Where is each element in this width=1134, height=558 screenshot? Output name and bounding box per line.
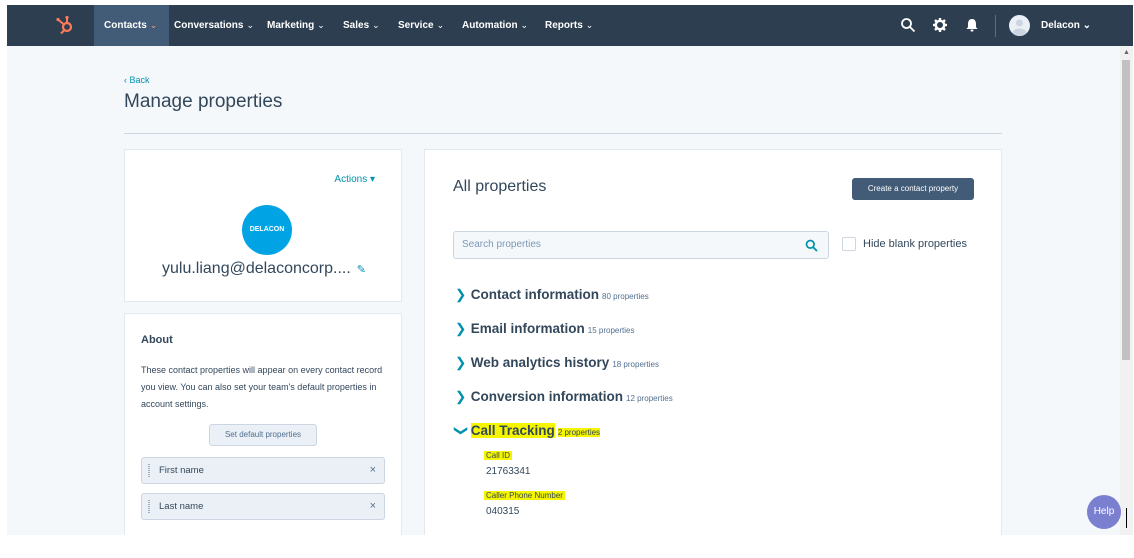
nav-automation[interactable]: Automation ⌄ (462, 5, 528, 46)
text-cursor (1126, 508, 1127, 528)
nav-sales[interactable]: Sales ⌄ (343, 5, 380, 46)
gear-icon[interactable] (932, 17, 948, 33)
about-description: These contact properties will appear on … (141, 365, 383, 409)
set-default-properties-button[interactable]: Set default properties (209, 424, 317, 446)
property-label-call-id: Call ID (484, 451, 513, 460)
property-group-email-information[interactable]: ❯ Email information 15 properties (455, 321, 634, 337)
property-value-caller-phone[interactable]: 040315 (486, 506, 519, 517)
chevron-right-icon: ❯ (455, 321, 467, 336)
chevron-down-icon: ❯ (454, 425, 469, 437)
user-icon (1012, 19, 1027, 36)
hubspot-logo[interactable] (55, 15, 75, 35)
about-card: About These contact properties will appe… (124, 313, 402, 535)
email-text: yulu.liang@delaconcorp.... (161, 260, 351, 277)
group-count: 2 properties (557, 428, 601, 437)
close-icon[interactable]: × (370, 464, 376, 476)
close-icon[interactable]: × (370, 500, 376, 512)
nav-conversations[interactable]: Conversations ⌄ (174, 5, 254, 46)
chevron-down-icon: ⌄ (520, 20, 529, 30)
search-icon[interactable] (805, 239, 818, 252)
search-icon[interactable] (900, 17, 916, 33)
back-link[interactable]: ‹ Back (124, 75, 150, 85)
drag-handle-icon[interactable] (148, 464, 150, 477)
about-title: About (141, 334, 173, 346)
chevron-down-icon: ⌄ (436, 20, 445, 30)
profile-card: Actions ▾ DELACON yulu.liang@delaconcorp… (124, 149, 402, 302)
property-value-call-id[interactable]: 21763341 (486, 466, 531, 477)
company-logo-text: DELACON (249, 226, 285, 233)
user-menu[interactable]: Delacon ⌄ (1041, 5, 1091, 46)
default-property-row[interactable]: First name × (141, 457, 385, 484)
group-count: 80 properties (602, 292, 649, 301)
drag-handle-icon[interactable] (148, 500, 150, 513)
nav-divider (995, 15, 996, 37)
scrollbar-thumb[interactable] (1122, 60, 1130, 360)
property-group-call-tracking[interactable]: ❯ Call Tracking 2 properties (454, 423, 601, 439)
search-placeholder: Search properties (462, 239, 541, 250)
nav-label: Contacts (104, 20, 147, 31)
actions-dropdown[interactable]: Actions ▾ (334, 174, 375, 185)
divider (124, 133, 1002, 134)
property-group-web-analytics-history[interactable]: ❯ Web analytics history 18 properties (455, 355, 659, 371)
bell-icon[interactable] (964, 17, 980, 33)
nav-label: Automation (462, 20, 518, 31)
default-property-row[interactable]: Last name × (141, 493, 385, 520)
pencil-icon[interactable]: ✎ (357, 263, 366, 276)
app-window: Contacts ⌄ Conversations ⌄ Marketing ⌄ Sale… (7, 5, 1133, 535)
group-name: Web analytics history (470, 355, 610, 370)
nav-contacts[interactable]: Contacts ⌄ (94, 5, 170, 46)
chevron-down-icon: ⌄ (372, 20, 380, 30)
chevron-down-icon: ⌄ (149, 20, 158, 30)
hide-blank-label[interactable]: Hide blank properties (863, 238, 967, 250)
nav-marketing[interactable]: Marketing ⌄ (267, 5, 325, 46)
avatar[interactable] (1009, 15, 1030, 36)
top-navigation: Contacts ⌄ Conversations ⌄ Marketing ⌄ Sale… (7, 5, 1133, 46)
help-button[interactable]: Help (1087, 495, 1121, 529)
nav-label: Service (398, 20, 434, 31)
company-logo: DELACON (242, 205, 292, 255)
group-name: Email information (470, 321, 585, 336)
property-group-conversion-information[interactable]: ❯ Conversion information 12 properties (455, 389, 673, 405)
page-title: Manage properties (124, 91, 283, 112)
chevron-right-icon: ❯ (455, 355, 467, 370)
group-count: 15 properties (587, 326, 635, 335)
contact-email: yulu.liang@delaconcorp.... ✎ (125, 260, 403, 278)
nav-label: Conversations (174, 20, 244, 31)
hide-blank-checkbox[interactable] (842, 237, 856, 251)
search-input[interactable]: Search properties (453, 231, 829, 259)
group-count: 18 properties (612, 360, 660, 369)
chevron-down-icon: ⌄ (585, 20, 594, 30)
group-name: Call Tracking (470, 423, 555, 438)
group-count: 12 properties (626, 394, 673, 403)
property-label-caller-phone: Caller Phone Number (484, 491, 565, 500)
chevron-right-icon: ❯ (455, 287, 467, 302)
group-name: Contact information (470, 287, 600, 302)
nav-label: Sales (343, 20, 370, 31)
chevron-down-icon: ⌄ (246, 20, 255, 30)
create-contact-property-button[interactable]: Create a contact property (852, 178, 974, 200)
nav-label: Marketing (267, 20, 315, 31)
all-properties-card: All properties Create a contact property… (424, 149, 1002, 535)
property-label: First name (159, 465, 204, 476)
chevron-down-icon: ⌄ (317, 20, 325, 30)
nav-label: Reports (545, 20, 583, 31)
chevron-right-icon: ❯ (455, 389, 467, 404)
section-title: All properties (453, 178, 547, 195)
nav-reports[interactable]: Reports ⌄ (545, 5, 593, 46)
scroll-up-icon[interactable]: ▲ (1123, 49, 1130, 56)
nav-service[interactable]: Service ⌄ (398, 5, 444, 46)
property-label: Last name (159, 501, 204, 512)
property-group-contact-information[interactable]: ❯ Contact information 80 properties (455, 287, 649, 303)
group-name: Conversion information (470, 389, 624, 404)
